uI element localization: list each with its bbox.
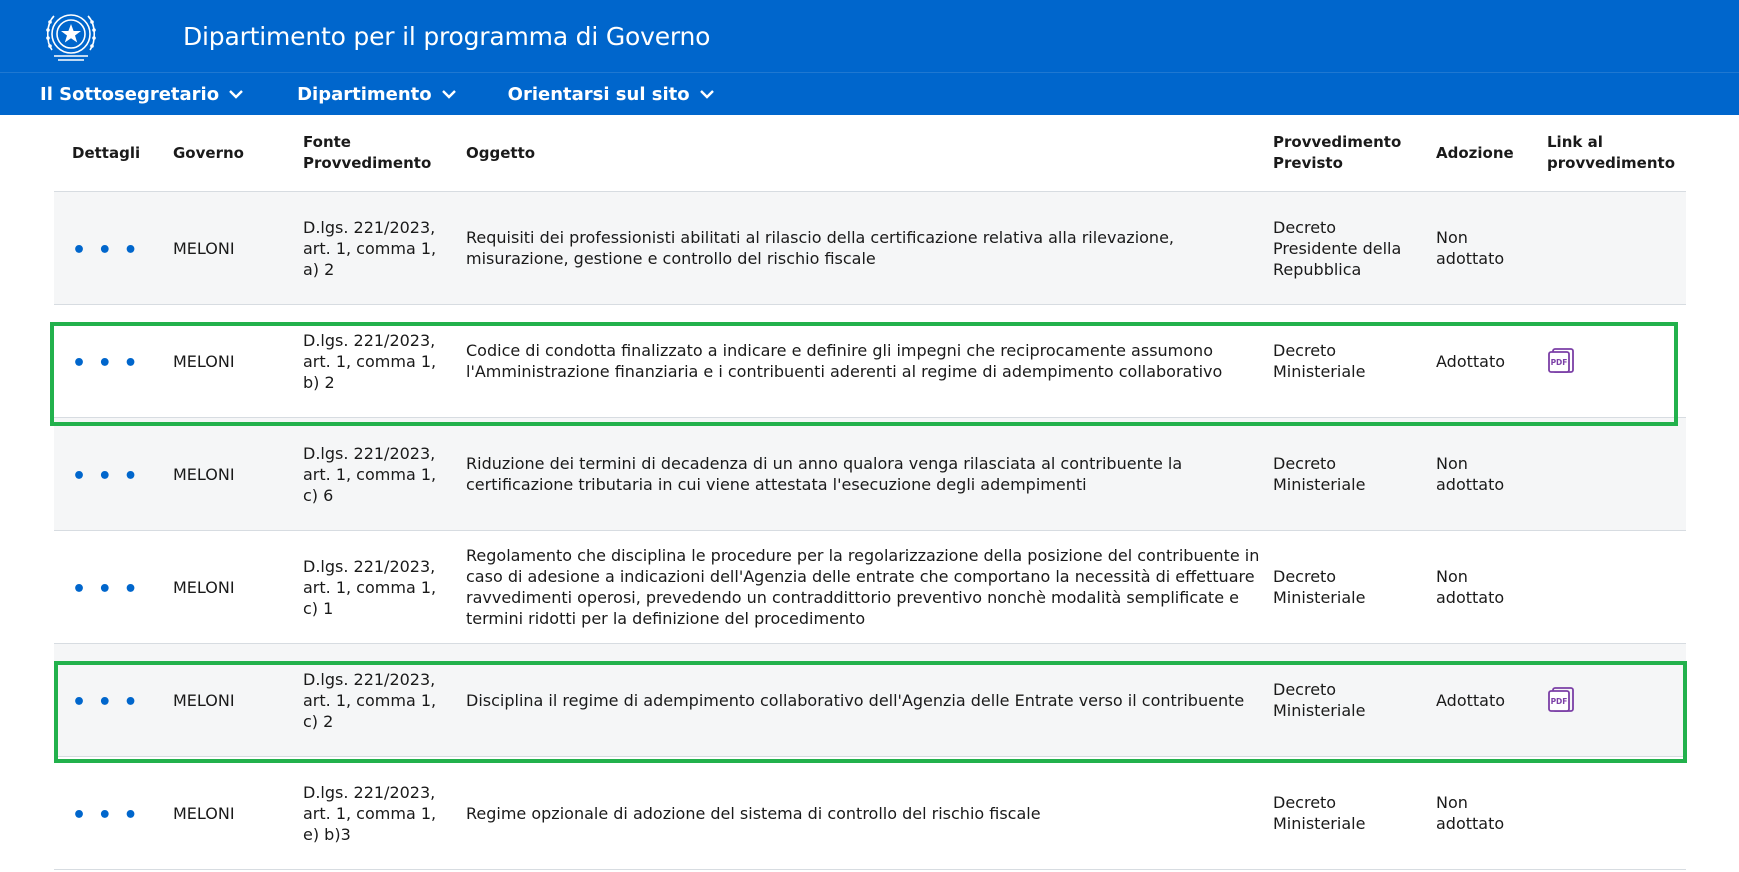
col-header-fonte: Fonte Provvedimento [303,133,432,172]
nav-dipartimento[interactable]: Dipartimento [297,84,456,105]
emblem-icon[interactable] [42,6,100,66]
adozione-cell: Adottato [1436,351,1506,371]
link-cell [1547,531,1677,643]
table-header: Dettagli Governo Fonte Provvedimento Ogg… [54,115,1686,192]
governo-cell: MELONI [173,464,235,484]
col-header-adozione: Adozione [1436,143,1514,162]
fonte-cell: D.lgs. 221/2023, art. 1, comma 1, b) 2 [303,330,437,392]
table-row: • • • MELONI D.lgs. 221/2023, art. 1, co… [54,644,1686,757]
details-button[interactable]: • • • [72,805,140,827]
provvedimento-cell: Decreto Presidente della Repubblica [1273,217,1402,279]
fonte-cell: D.lgs. 221/2023, art. 1, comma 1, c) 6 [303,443,437,505]
svg-text:PDF: PDF [1551,358,1568,367]
nav-label: Dipartimento [297,83,432,105]
oggetto-cell: Codice di condotta finalizzato a indicar… [466,341,1223,381]
col-header-governo: Governo [173,143,244,162]
link-cell [1547,192,1677,304]
provvedimento-cell: Decreto Ministeriale [1273,793,1366,833]
adozione-cell: Non adottato [1436,567,1505,607]
link-cell: PDF [1547,305,1677,417]
details-button[interactable]: • • • [72,240,140,262]
provvedimento-cell: Decreto Ministeriale [1273,680,1366,720]
nav-orientarsi[interactable]: Orientarsi sul sito [508,84,714,105]
nav-label: Orientarsi sul sito [507,83,690,105]
table-row: • • • MELONI D.lgs. 221/2023, art. 1, co… [54,531,1686,644]
col-header-oggetto: Oggetto [466,143,536,162]
link-cell [1547,418,1677,530]
link-cell: PDF [1547,644,1677,756]
provvedimenti-table: Dettagli Governo Fonte Provvedimento Ogg… [54,115,1686,870]
nav-label: Il Sottosegretario [40,83,220,105]
fonte-cell: D.lgs. 221/2023, art. 1, comma 1, c) 2 [303,669,437,731]
pdf-icon[interactable]: PDF [1547,347,1577,375]
oggetto-cell: Disciplina il regime di adempimento coll… [466,690,1245,710]
oggetto-cell: Riduzione dei termini di decadenza di un… [466,454,1183,494]
oggetto-cell: Regime opzionale di adozione del sistema… [466,803,1041,823]
chevron-down-icon [229,89,243,99]
table-row: • • • MELONI D.lgs. 221/2023, art. 1, co… [54,757,1686,870]
pdf-icon[interactable]: PDF [1547,686,1577,714]
governo-cell: MELONI [173,577,235,597]
col-header-provvedimento: Provvedimento Previsto [1273,133,1402,172]
governo-cell: MELONI [173,690,235,710]
governo-cell: MELONI [173,803,235,823]
chevron-down-icon [699,89,714,99]
governo-cell: MELONI [173,351,235,371]
link-cell [1547,757,1677,869]
col-header-dettagli: Dettagli [72,143,141,162]
site-header: Dipartimento per il programma di Governo [0,0,1739,72]
chevron-down-icon [441,89,456,99]
adozione-cell: Non adottato [1436,454,1505,494]
governo-cell: MELONI [173,238,235,258]
col-header-link: Link al provvedimento [1547,133,1676,172]
details-button[interactable]: • • • [72,692,140,714]
table-row: • • • MELONI D.lgs. 221/2023, art. 1, co… [54,192,1686,305]
details-button[interactable]: • • • [72,579,140,601]
table-row: • • • MELONI D.lgs. 221/2023, art. 1, co… [54,418,1686,531]
details-button[interactable]: • • • [72,466,140,488]
details-button[interactable]: • • • [72,353,140,375]
provvedimento-cell: Decreto Ministeriale [1273,341,1366,381]
provvedimento-cell: Decreto Ministeriale [1273,567,1366,607]
oggetto-cell: Requisiti dei professionisti abilitati a… [466,228,1174,268]
provvedimento-cell: Decreto Ministeriale [1273,454,1366,494]
fonte-cell: D.lgs. 221/2023, art. 1, comma 1, c) 1 [303,556,437,618]
nav-sottosegretario[interactable]: Il Sottosegretario [40,84,243,105]
adozione-cell: Non adottato [1436,228,1505,268]
oggetto-cell: Regolamento che disciplina le procedure … [466,546,1260,628]
svg-text:PDF: PDF [1551,697,1568,706]
fonte-cell: D.lgs. 221/2023, art. 1, comma 1, e) b)3 [303,782,437,844]
adozione-cell: Non adottato [1436,793,1505,833]
adozione-cell: Adottato [1436,690,1506,710]
site-title[interactable]: Dipartimento per il programma di Governo [183,0,710,72]
main-navigation: Il Sottosegretario Dipartimento Orientar… [0,72,1739,115]
table-row: • • • MELONI D.lgs. 221/2023, art. 1, co… [54,305,1686,418]
fonte-cell: D.lgs. 221/2023, art. 1, comma 1, a) 2 [303,217,437,279]
